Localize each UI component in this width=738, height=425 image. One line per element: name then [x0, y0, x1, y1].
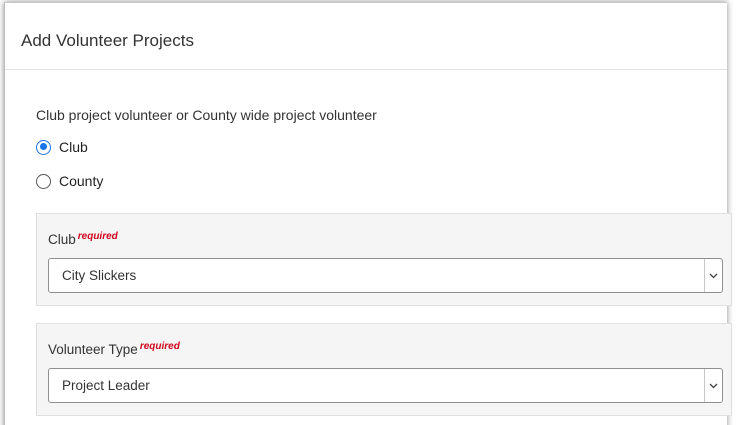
volunteer-scope-question: Club project volunteer or County wide pr…: [36, 107, 377, 123]
radio-club-label[interactable]: Club: [59, 139, 88, 155]
volunteer-type-label-text: Volunteer Type: [48, 342, 138, 357]
radio-option-club[interactable]: Club: [36, 139, 88, 155]
radio-option-county[interactable]: County: [36, 173, 103, 189]
volunteer-type-select[interactable]: Project Leader: [48, 368, 723, 403]
radio-club[interactable]: [36, 139, 51, 155]
volunteer-type-field-label: Volunteer Type required: [48, 341, 180, 357]
volunteer-type-field-panel: Volunteer Type required Project Leader: [36, 323, 732, 416]
chevron-down-icon[interactable]: [704, 369, 722, 402]
club-field-label: Club required: [48, 231, 118, 247]
club-field-panel: Club required City Slickers: [36, 213, 732, 306]
dialog-header: Add Volunteer Projects: [5, 3, 727, 70]
dialog-title: Add Volunteer Projects: [21, 31, 194, 50]
radio-county[interactable]: [36, 173, 51, 189]
chevron-down-icon[interactable]: [704, 259, 722, 292]
screen: Add Volunteer Projects Club project volu…: [0, 0, 738, 425]
required-badge: required: [77, 231, 118, 242]
add-volunteer-projects-dialog: Add Volunteer Projects Club project volu…: [4, 2, 732, 425]
club-select[interactable]: City Slickers: [48, 258, 723, 293]
volunteer-type-select-value: Project Leader: [62, 378, 150, 393]
club-select-value: City Slickers: [62, 268, 137, 283]
radio-county-label[interactable]: County: [59, 173, 103, 189]
club-label-text: Club: [48, 232, 76, 247]
required-badge: required: [139, 341, 180, 352]
